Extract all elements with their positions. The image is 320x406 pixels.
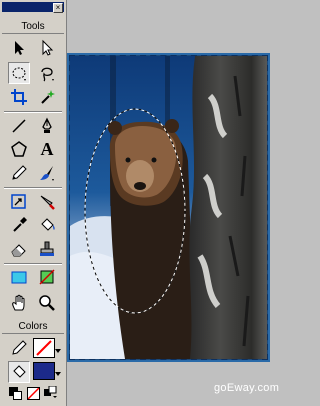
brush-icon[interactable] [36,162,58,184]
pointer-icon[interactable] [8,37,30,59]
crop-icon[interactable] [8,86,30,108]
tools-section-label: Tools [2,20,64,34]
line-icon[interactable] [8,115,30,137]
tools-separator [4,187,62,189]
subselect-icon[interactable] [36,37,58,59]
eyedropper-icon[interactable] [8,214,30,236]
stroke-color-dropdown-icon[interactable] [55,349,61,353]
close-icon[interactable]: × [53,3,63,13]
rubber-stamp-icon[interactable] [36,238,58,260]
eraser-icon[interactable] [8,238,30,260]
fill-color-bucket-icon[interactable] [8,361,30,383]
tools-separator [4,263,62,265]
polygon-icon[interactable] [8,138,30,160]
zoom-icon[interactable] [36,292,58,314]
lasso-icon[interactable] [36,62,58,84]
stroke-color-pencil-icon [8,337,30,359]
stroke-color-swatch[interactable] [33,338,55,358]
rectangle-hotspot-icon[interactable] [8,266,30,288]
hand-icon[interactable] [8,292,30,314]
paint-bucket-icon[interactable] [36,214,58,236]
tools-separator [4,111,62,113]
fill-color-swatch[interactable] [33,362,55,380]
default-colors-icon[interactable] [9,387,22,400]
fill-color-dropdown-icon[interactable] [55,372,61,376]
colors-section-label: Colors [2,320,64,334]
marquee-icon[interactable] [8,62,30,84]
text-icon[interactable]: A [36,138,58,160]
watermark-text: goEway.com [214,382,280,394]
swap-colors-icon[interactable] [44,385,58,399]
scale-icon[interactable] [8,191,30,213]
knife-icon[interactable] [36,191,58,213]
panel-titlebar[interactable]: × [2,2,64,13]
bear-photo [70,56,267,359]
magic-wand-icon[interactable] [36,86,58,108]
pencil-icon[interactable] [8,162,30,184]
tools-panel: × Tools A Colors [0,0,67,406]
slice-icon[interactable] [36,266,58,288]
no-color-icon[interactable] [27,387,40,400]
pen-icon[interactable] [36,115,58,137]
